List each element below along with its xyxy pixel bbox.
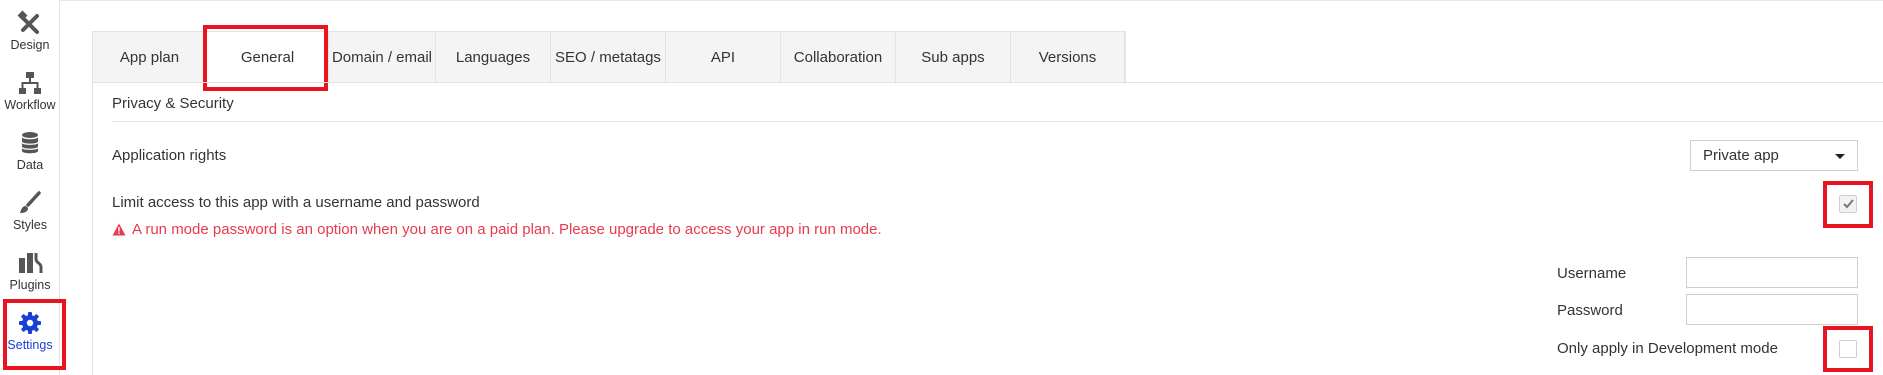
caret-down-icon (1835, 154, 1845, 159)
username-input[interactable] (1686, 257, 1858, 288)
password-label: Password (1557, 302, 1623, 319)
panel-border (92, 82, 93, 375)
tab-divider (92, 82, 1883, 83)
limit-access-highlight-box (1823, 181, 1873, 228)
sidebar-item-data[interactable]: Data (0, 120, 60, 180)
top-divider (60, 0, 1883, 1)
paid-plan-warning: A run mode password is an option when yo… (112, 221, 882, 238)
tab-domain-email[interactable]: Domain / email (329, 32, 436, 84)
tab-languages[interactable]: Languages (436, 32, 551, 84)
tab-app-plan[interactable]: App plan (93, 32, 207, 84)
tab-seo-metatags[interactable]: SEO / metatags (551, 32, 666, 84)
sidebar-item-label: Workflow (4, 98, 56, 112)
workflow-icon (19, 72, 41, 94)
password-input[interactable] (1686, 294, 1858, 325)
sidebar-item-workflow[interactable]: Workflow (0, 60, 60, 120)
sidebar-item-label: Design (10, 38, 50, 52)
section-divider (112, 121, 1883, 122)
sidebar-item-label: Data (16, 158, 44, 172)
sidebar-item-label: Styles (12, 218, 48, 232)
username-label: Username (1557, 265, 1627, 282)
application-rights-label: Application rights (112, 147, 227, 164)
brush-icon (20, 191, 41, 213)
warning-text: A run mode password is an option when yo… (132, 221, 882, 238)
plug-icon (19, 253, 43, 273)
design-icon (17, 10, 39, 34)
application-rights-value: Private app (1703, 147, 1779, 164)
dev-mode-label: Only apply in Development mode (1557, 340, 1778, 357)
tab-api[interactable]: API (666, 32, 781, 84)
sidebar-item-design[interactable]: Design (0, 0, 60, 60)
tab-versions[interactable]: Versions (1011, 32, 1125, 84)
left-sidebar: Design Workflow Data Styles Plugins Sett… (0, 0, 66, 375)
tab-sub-apps[interactable]: Sub apps (896, 32, 1011, 84)
database-icon (21, 132, 39, 154)
sidebar-item-plugins[interactable]: Plugins (0, 240, 60, 300)
tab-collaboration[interactable]: Collaboration (781, 32, 896, 84)
application-rights-select[interactable]: Private app (1690, 140, 1858, 171)
dev-mode-highlight-box (1823, 326, 1873, 372)
section-title: Privacy & Security (112, 95, 234, 112)
settings-highlight-box (3, 299, 66, 370)
sidebar-item-label: Plugins (9, 278, 51, 292)
limit-access-label: Limit access to this app with a username… (112, 194, 480, 211)
sidebar-item-styles[interactable]: Styles (0, 180, 60, 240)
warning-icon (112, 223, 126, 236)
